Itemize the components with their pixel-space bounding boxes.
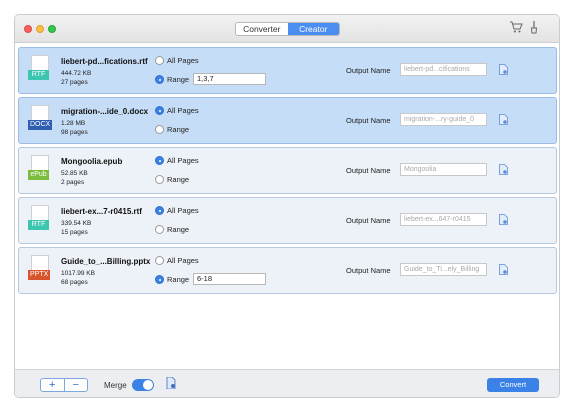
- tab-creator[interactable]: Creator: [287, 23, 339, 35]
- close-window-button[interactable]: [24, 25, 32, 33]
- range-radio[interactable]: [155, 75, 164, 84]
- file-type-icon: PPTX: [28, 255, 54, 287]
- file-type-icon: DOCX: [28, 105, 54, 137]
- all-pages-radio[interactable]: [155, 256, 164, 265]
- zoom-window-button[interactable]: [48, 25, 56, 33]
- output-name-label: Output Name: [346, 66, 391, 75]
- file-page-count: 2 pages: [61, 179, 85, 186]
- file-page-count: 68 pages: [61, 279, 88, 286]
- file-page-count: 27 pages: [61, 79, 88, 86]
- all-pages-radio[interactable]: [155, 106, 164, 115]
- output-name-field[interactable]: liebert-pd...cifications: [400, 63, 487, 76]
- all-pages-radio[interactable]: [155, 56, 164, 65]
- range-label: Range: [167, 225, 190, 234]
- file-list: RTF liebert-pd...fications.rtf 444.72 KB…: [15, 43, 559, 369]
- file-row[interactable]: ePub Mongoolia.epub 52.85 KB 2 pages All…: [18, 147, 557, 194]
- range-radio[interactable]: [155, 225, 164, 234]
- title-bar: Converter Creator: [15, 15, 559, 43]
- file-type-tag: RTF: [28, 220, 49, 230]
- merge-toggle[interactable]: [132, 379, 154, 391]
- file-size: 1017.99 KB: [61, 270, 95, 277]
- file-size: 52.85 KB: [61, 170, 88, 177]
- output-settings-icon[interactable]: [499, 214, 508, 225]
- output-name-label: Output Name: [346, 116, 391, 125]
- output-name-label: Output Name: [346, 166, 391, 175]
- merge-label: Merge: [104, 381, 127, 390]
- brush-icon[interactable]: [529, 21, 539, 38]
- file-row[interactable]: DOCX migration-...ide_0.docx 1.28 MB 98 …: [18, 97, 557, 144]
- output-name-label: Output Name: [346, 266, 391, 275]
- all-pages-radio[interactable]: [155, 206, 164, 215]
- file-type-tag: DOCX: [28, 120, 53, 130]
- range-label: Range: [167, 275, 190, 284]
- file-type-tag: PPTX: [28, 270, 51, 280]
- file-size: 444.72 KB: [61, 70, 92, 77]
- all-pages-label: All Pages: [167, 106, 199, 115]
- all-pages-radio[interactable]: [155, 156, 164, 165]
- file-name: Guide_to_...Billing.pptx: [61, 257, 151, 266]
- file-row[interactable]: PPTX Guide_to_...Billing.pptx 1017.99 KB…: [18, 247, 557, 294]
- range-label: Range: [167, 125, 190, 134]
- remove-file-button[interactable]: −: [65, 379, 88, 391]
- file-type-icon: ePub: [28, 155, 54, 187]
- app-window: Converter Creator RTF liebert-pd...ficat…: [14, 14, 560, 398]
- output-settings-icon[interactable]: [499, 114, 508, 125]
- output-name-field[interactable]: Mongoolia: [400, 163, 487, 176]
- mode-switcher: Converter Creator: [235, 22, 340, 36]
- all-pages-label: All Pages: [167, 156, 199, 165]
- range-radio[interactable]: [155, 175, 164, 184]
- file-type-icon: RTF: [28, 205, 54, 237]
- range-radio[interactable]: [155, 125, 164, 134]
- range-radio[interactable]: [155, 275, 164, 284]
- cart-icon[interactable]: [509, 21, 523, 37]
- output-name-field[interactable]: liebert-ex...647-r0415: [400, 213, 487, 226]
- range-label: Range: [167, 75, 190, 84]
- range-label: Range: [167, 175, 190, 184]
- all-pages-label: All Pages: [167, 56, 199, 65]
- file-type-icon: RTF: [28, 55, 54, 87]
- range-input[interactable]: 6-18: [193, 273, 266, 285]
- convert-button[interactable]: Convert: [487, 378, 539, 392]
- merge-settings-icon[interactable]: [166, 376, 176, 392]
- add-file-button[interactable]: +: [41, 379, 65, 391]
- add-remove-control: + −: [40, 378, 88, 392]
- all-pages-label: All Pages: [167, 206, 199, 215]
- output-settings-icon[interactable]: [499, 164, 508, 175]
- file-page-count: 98 pages: [61, 129, 88, 136]
- file-row[interactable]: RTF liebert-pd...fications.rtf 444.72 KB…: [18, 47, 557, 94]
- toggle-knob: [143, 380, 153, 390]
- all-pages-label: All Pages: [167, 256, 199, 265]
- tab-converter[interactable]: Converter: [236, 23, 288, 35]
- file-name: Mongoolia.epub: [61, 157, 123, 166]
- file-size: 1.28 MB: [61, 120, 86, 127]
- output-name-label: Output Name: [346, 216, 391, 225]
- bottom-bar: + − Merge Convert: [15, 369, 559, 397]
- file-type-tag: RTF: [28, 70, 49, 80]
- output-settings-icon[interactable]: [499, 264, 508, 275]
- file-row[interactable]: RTF liebert-ex...7-r0415.rtf 339.54 KB 1…: [18, 197, 557, 244]
- output-name-field[interactable]: Guide_to_Ti...ely_Billing: [400, 263, 487, 276]
- file-name: migration-...ide_0.docx: [61, 107, 149, 116]
- file-page-count: 15 pages: [61, 229, 88, 236]
- file-type-tag: ePub: [28, 170, 49, 180]
- file-name: liebert-pd...fications.rtf: [61, 57, 148, 66]
- file-size: 339.54 KB: [61, 220, 92, 227]
- output-name-field[interactable]: migration-...ry-guide_0: [400, 113, 487, 126]
- output-settings-icon[interactable]: [499, 64, 508, 75]
- file-name: liebert-ex...7-r0415.rtf: [61, 207, 142, 216]
- range-input[interactable]: 1,3,7: [193, 73, 266, 85]
- minimize-window-button[interactable]: [36, 25, 44, 33]
